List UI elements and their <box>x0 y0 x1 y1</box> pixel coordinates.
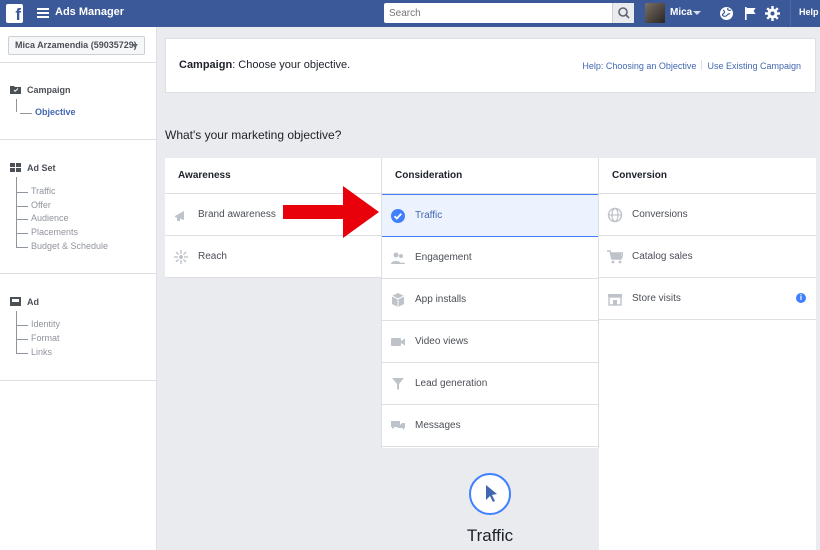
sidebar-section-label: Ad Set <box>27 163 56 173</box>
funnel-icon <box>392 378 404 390</box>
divider <box>0 273 156 274</box>
objective-store-visits[interactable]: Store visits <box>599 278 816 320</box>
objective-label: Catalog sales <box>632 251 693 262</box>
objective-video-views[interactable]: Video views <box>382 321 599 363</box>
help-choosing-objective-link[interactable]: Help: Choosing an Objective <box>582 61 696 71</box>
topbar-divider <box>790 0 791 27</box>
objective-reach[interactable]: Reach <box>165 236 382 278</box>
cart-icon <box>607 250 623 264</box>
tree-line <box>16 99 17 112</box>
divider <box>0 62 156 63</box>
divider <box>598 158 599 448</box>
red-arrow-annotation <box>283 186 379 238</box>
sidebar-section-campaign[interactable]: Campaign <box>10 85 71 95</box>
hamburger-menu-icon[interactable] <box>37 8 49 18</box>
info-icon[interactable]: i <box>796 293 806 303</box>
sidebar-item-format[interactable]: Format <box>16 333 60 343</box>
globe-icon[interactable] <box>719 6 734 21</box>
tree-line <box>16 311 17 353</box>
objective-conversions[interactable]: Conversions <box>599 194 816 236</box>
ad-icon <box>10 297 21 306</box>
divider <box>0 380 156 381</box>
sidebar-section-ad[interactable]: Ad <box>10 297 39 307</box>
objective-label: Messages <box>415 420 461 431</box>
objective-lead-generation[interactable]: Lead generation <box>382 363 599 405</box>
objective-label: Engagement <box>415 252 472 263</box>
sidebar-item-identity[interactable]: Identity <box>15 319 60 329</box>
sidebar-item-audience[interactable]: Audience <box>16 213 69 223</box>
sidebar-item-label: Objective <box>35 107 76 117</box>
objective-label: Lead generation <box>415 378 488 389</box>
page-title: Campaign: Choose your objective. <box>179 59 351 71</box>
sidebar-item-placements[interactable]: Placements <box>15 227 78 237</box>
sidebar-section-label: Ad <box>27 297 39 307</box>
user-name[interactable]: Mica <box>670 7 692 18</box>
top-navigation-bar: f Ads Manager Mica Help <box>0 0 820 27</box>
sidebar-item-traffic[interactable]: Traffic <box>16 186 56 196</box>
search-button[interactable] <box>612 3 634 23</box>
people-icon <box>391 252 405 264</box>
sidebar-section-label: Campaign <box>27 85 71 95</box>
caret-down-icon[interactable] <box>693 11 701 15</box>
sidebar: Mica Arzamendia (59035729) Campaign Obje… <box>0 27 157 550</box>
objective-label: Store visits <box>632 293 681 304</box>
sidebar-item-objective[interactable]: Objective <box>20 107 76 117</box>
objective-label: Conversions <box>632 209 688 220</box>
search-input[interactable] <box>384 3 612 23</box>
app-title[interactable]: Ads Manager <box>55 6 124 18</box>
search-icon <box>618 7 630 19</box>
objective-label: Video views <box>415 336 469 347</box>
sidebar-item-offer[interactable]: Offer <box>16 200 51 210</box>
objective-label: Traffic <box>415 210 443 221</box>
tree-line <box>16 177 17 247</box>
objective-label: App installs <box>415 294 467 305</box>
facebook-logo[interactable]: f <box>6 4 23 23</box>
sidebar-item-links[interactable]: Links <box>15 347 52 357</box>
search-box <box>384 3 634 23</box>
column-header-conversion: Conversion <box>599 158 816 194</box>
preview-icon-circle <box>469 473 511 515</box>
sidebar-item-budget-schedule[interactable]: Budget & Schedule <box>15 241 108 251</box>
sidebar-section-ad-set[interactable]: Ad Set <box>10 163 56 173</box>
dropdown-arrow-icon <box>132 44 138 48</box>
header-links: Help: Choosing an Objective Use Existing … <box>582 60 801 71</box>
objective-app-installs[interactable]: App installs <box>382 279 599 321</box>
gear-icon[interactable] <box>764 5 781 22</box>
divider <box>0 139 156 140</box>
chat-icon <box>391 421 405 430</box>
account-name: Mica Arzamendia (59035729) <box>15 40 137 50</box>
box-icon <box>391 293 405 307</box>
objective-catalog-sales[interactable]: Catalog sales <box>599 236 816 278</box>
divider <box>381 278 382 448</box>
avatar[interactable] <box>645 3 665 23</box>
use-existing-campaign-link[interactable]: Use Existing Campaign <box>707 61 801 71</box>
flag-icon[interactable] <box>743 6 758 21</box>
campaign-header: Campaign: Choose your objective. Help: C… <box>165 38 816 93</box>
divider <box>381 158 382 278</box>
video-icon <box>391 338 405 346</box>
globe-icon <box>607 207 623 223</box>
objective-traffic[interactable]: Traffic <box>381 194 599 237</box>
objective-label: Brand awareness <box>198 209 276 220</box>
objective-question: What's your marketing objective? <box>165 128 342 142</box>
column-header-consideration: Consideration <box>382 158 599 194</box>
objective-label: Reach <box>198 251 227 262</box>
megaphone-icon <box>175 211 184 221</box>
objective-messages[interactable]: Messages <box>382 405 599 447</box>
help-link[interactable]: Help <box>799 7 819 17</box>
objective-engagement[interactable]: Engagement <box>382 237 599 279</box>
cursor-icon <box>486 485 497 502</box>
grid-icon <box>10 163 21 172</box>
check-circle-icon <box>391 209 405 223</box>
store-icon <box>608 294 622 306</box>
reach-icon <box>174 250 188 264</box>
account-selector[interactable]: Mica Arzamendia (59035729) <box>8 36 145 55</box>
preview-title: Traffic <box>466 526 514 545</box>
folder-icon <box>10 86 21 94</box>
